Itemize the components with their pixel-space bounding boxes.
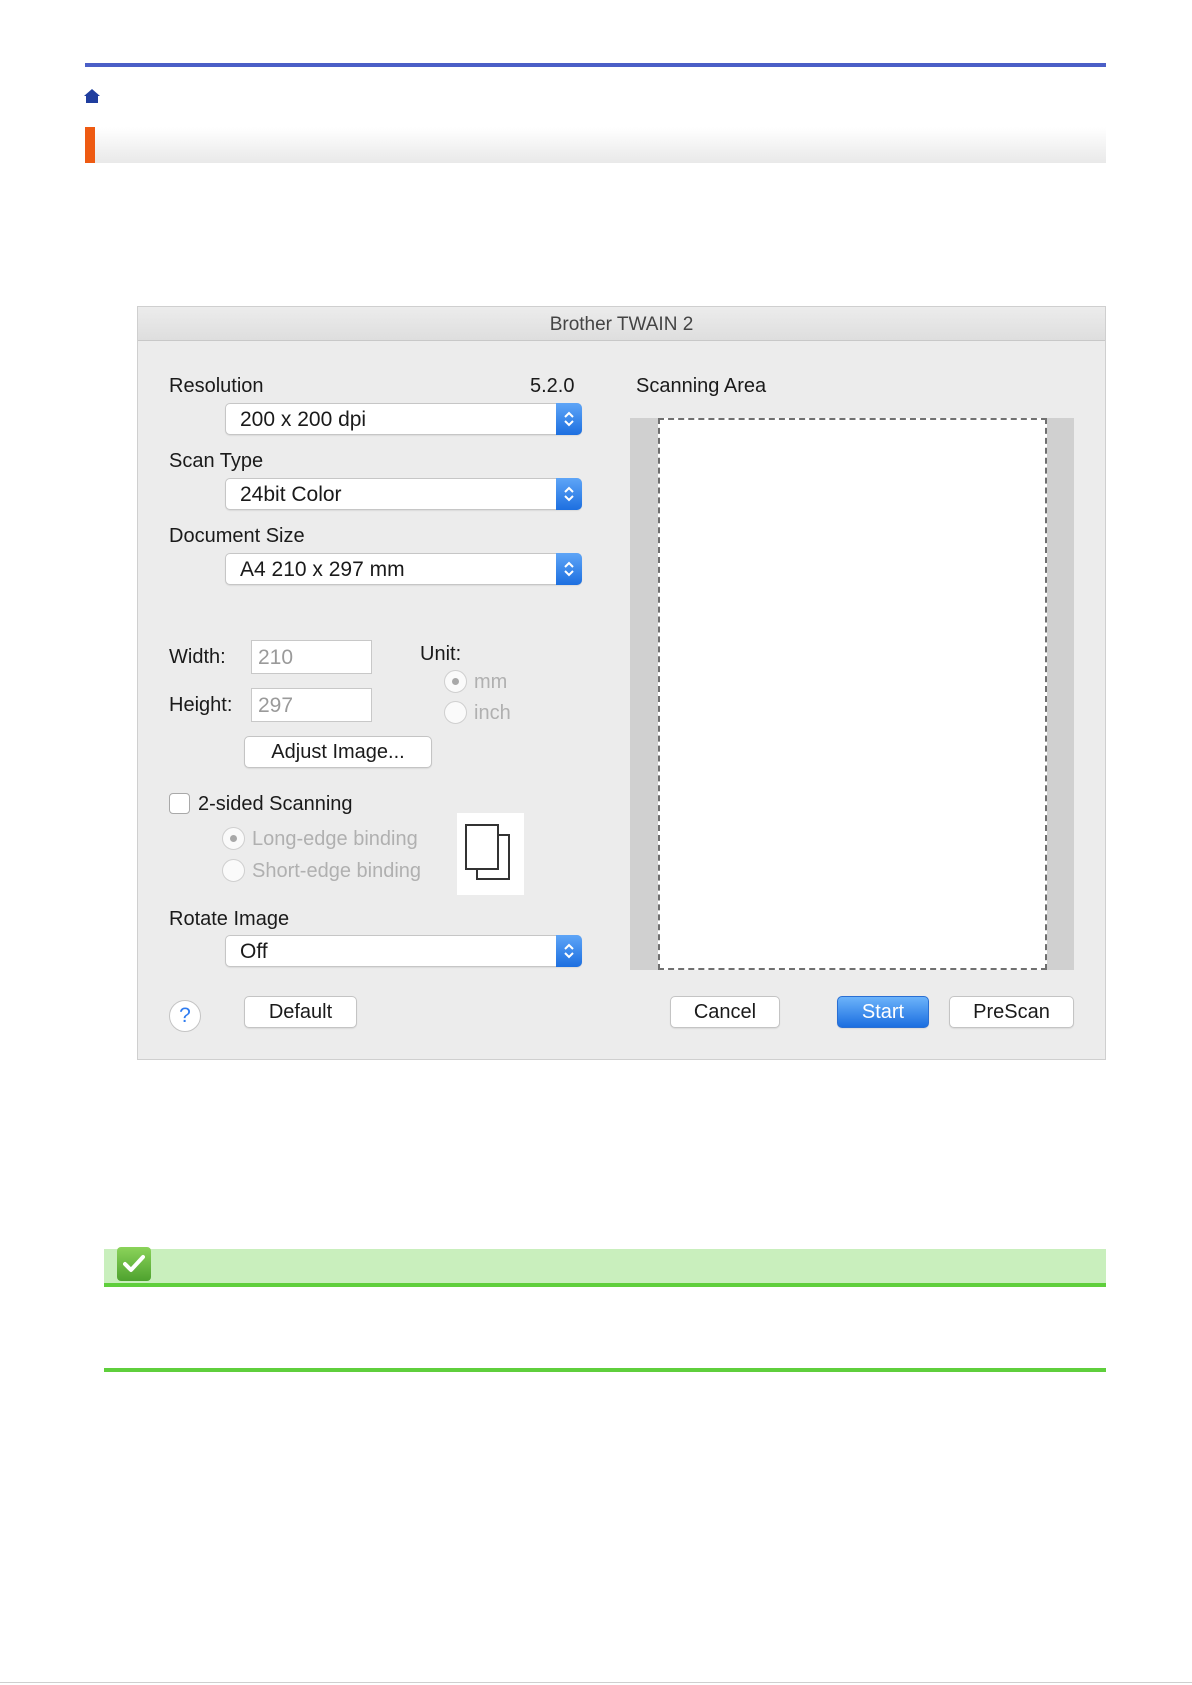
document-size-value: A4 210 x 297 mm	[240, 558, 405, 581]
unit-mm-radio[interactable]	[444, 670, 467, 693]
chevron-up-down-icon	[556, 553, 582, 585]
chevron-up-down-icon	[556, 478, 582, 510]
two-pages-icon	[457, 813, 524, 895]
unit-label: Unit:	[420, 643, 462, 665]
width-label: Width:	[169, 646, 226, 668]
unit-mm-label: mm	[474, 671, 508, 693]
resolution-label: Resolution	[169, 375, 264, 397]
default-button[interactable]: Default	[244, 996, 357, 1028]
version-label: 5.2.0	[530, 375, 575, 397]
scan-type-label: Scan Type	[169, 450, 264, 472]
adjust-image-button[interactable]: Adjust Image...	[244, 736, 432, 768]
short-edge-label: Short-edge binding	[252, 860, 422, 882]
dialog-title: Brother TWAIN 2	[549, 314, 694, 335]
page-bottom-rule	[0, 1682, 1192, 1683]
cancel-button[interactable]: Cancel	[670, 996, 780, 1028]
top-rule	[85, 63, 1106, 67]
rotate-image-label: Rotate Image	[169, 908, 290, 930]
note-rule-bottom	[104, 1368, 1106, 1372]
two-sided-label: 2-sided Scanning	[198, 793, 353, 815]
document-size-popup[interactable]: A4 210 x 297 mm	[225, 553, 582, 585]
dialog-titlebar: Brother TWAIN 2	[138, 307, 1105, 341]
scanning-area-label: Scanning Area	[636, 375, 767, 397]
scan-type-value: 24bit Color	[240, 483, 342, 506]
section-heading-bar	[85, 127, 1106, 163]
radio-selected-dot	[230, 835, 237, 842]
rotate-image-value: Off	[240, 940, 268, 963]
home-icon[interactable]	[84, 89, 100, 103]
resolution-popup[interactable]: 200 x 200 dpi	[225, 403, 582, 435]
checkmark-icon	[117, 1247, 151, 1281]
long-edge-label: Long-edge binding	[252, 828, 418, 850]
prescan-button[interactable]: PreScan	[949, 996, 1074, 1028]
note-bar	[104, 1249, 1106, 1283]
unit-inch-radio[interactable]	[444, 701, 467, 724]
width-field[interactable]: 210	[251, 640, 372, 674]
radio-selected-dot	[452, 678, 459, 685]
height-field[interactable]: 297	[251, 688, 372, 722]
width-value: 210	[258, 646, 294, 669]
short-edge-radio[interactable]	[222, 859, 245, 882]
note-rule-top	[104, 1283, 1106, 1287]
height-value: 297	[258, 694, 294, 717]
start-button[interactable]: Start	[837, 996, 929, 1028]
document-size-label: Document Size	[169, 525, 305, 547]
scan-page-outline[interactable]	[658, 418, 1047, 970]
chevron-up-down-icon	[556, 935, 582, 967]
resolution-value: 200 x 200 dpi	[240, 408, 367, 431]
two-sided-checkbox[interactable]	[169, 793, 190, 814]
height-label: Height:	[169, 694, 233, 716]
unit-inch-label: inch	[474, 702, 511, 724]
rotate-image-popup[interactable]: Off	[225, 935, 582, 967]
chevron-up-down-icon	[556, 403, 582, 435]
section-heading-accent	[85, 127, 95, 163]
scan-type-popup[interactable]: 24bit Color	[225, 478, 582, 510]
long-edge-radio[interactable]	[222, 827, 245, 850]
help-button[interactable]: ?	[169, 1000, 201, 1032]
